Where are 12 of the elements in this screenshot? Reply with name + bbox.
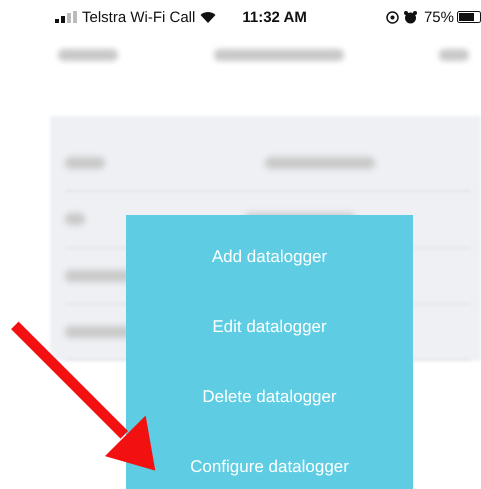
menu-item[interactable]: Configure datalogger [188,452,351,482]
menu-item[interactable]: Edit datalogger [210,312,329,342]
wifi-icon [200,11,216,23]
battery-icon [457,11,481,23]
menu-item[interactable]: Add datalogger [210,242,330,272]
menu-item[interactable]: Delete datalogger [200,382,339,412]
carrier-name: Telstra Wi-Fi Call [82,8,196,26]
signal-icon [55,11,77,23]
clock-time: 11:32 AM [242,8,307,26]
battery-percentage: 75% [424,8,454,26]
blurred-action [439,49,469,61]
rotation-lock-icon [386,10,399,24]
